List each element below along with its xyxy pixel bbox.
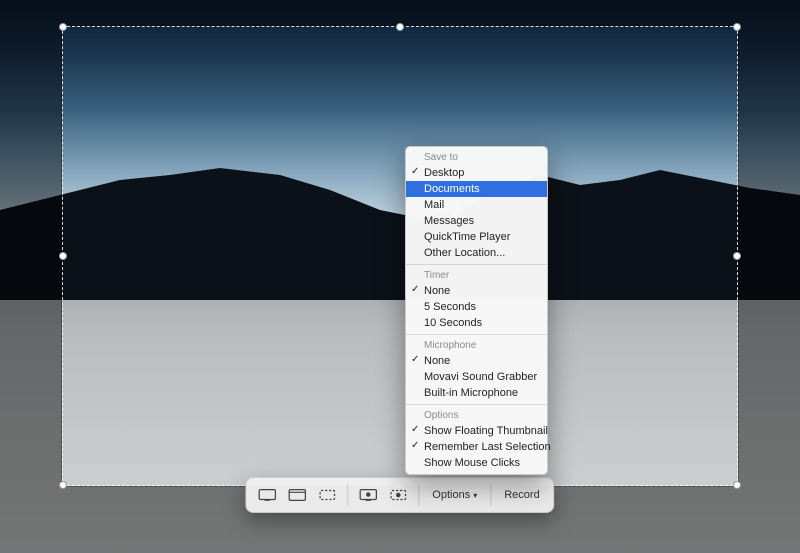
capture-selection[interactable] [62,26,738,486]
record-screen-icon [359,488,377,502]
menu-item[interactable]: ✓Remember Last Selection [406,439,547,455]
check-icon: ✓ [411,353,419,367]
record-selected-portion-button[interactable] [384,481,412,509]
menu-item-label: None [424,355,450,367]
dim-overlay-left [0,26,62,486]
menu-item-label: Show Floating Thumbnail [424,425,548,437]
menu-item-label: Mail [424,199,444,211]
menu-item[interactable]: Documents [406,181,547,197]
menu-section-header: Save to [406,150,547,165]
capture-selected-window-button[interactable] [283,481,311,509]
desktop-wallpaper: Options ▾ Record Save to✓DesktopDocument… [0,0,800,553]
menu-item-label: Desktop [424,167,464,179]
handle-e[interactable] [733,252,741,260]
menu-item[interactable]: ✓ None [406,353,547,369]
menu-item[interactable]: ✓ Show Floating Thumbnail [406,423,547,439]
record-portion-icon [389,488,407,502]
options-label: Options [432,489,470,501]
menu-item-label: 10 Seconds [424,317,482,329]
toolbar-separator [418,484,419,506]
check-icon: ✓ [411,423,419,437]
toolbar-separator [490,484,491,506]
menu-item[interactable]: Movavi Sound Grabber [406,369,547,385]
menu-item[interactable]: Messages [406,213,547,229]
handle-w[interactable] [59,252,67,260]
dim-overlay-right [738,26,800,486]
menu-item-label: Built-in Microphone [424,387,518,399]
menu-section-header: Microphone [406,338,547,353]
record-entire-screen-button[interactable] [354,481,382,509]
handle-n[interactable] [396,23,404,31]
toolbar-separator [347,484,348,506]
menu-item[interactable]: QuickTime Player [406,229,547,245]
selected-portion-icon [318,488,336,502]
menu-item[interactable]: ✓ Desktop [406,165,547,181]
menu-item[interactable]: ✓ None [406,283,547,299]
menu-separator [406,264,547,265]
menu-item-label: None [424,285,450,297]
chevron-down-icon: ▾ [473,491,477,500]
handle-sw[interactable] [59,481,67,489]
menu-item-label: Remember Last Selection [424,441,551,453]
check-icon: ✓ [411,165,419,179]
handle-nw[interactable] [59,23,67,31]
screenshot-toolbar: Options ▾ Record [245,477,554,513]
handle-se[interactable] [733,481,741,489]
menu-item[interactable]: Other Location... [406,245,547,261]
menu-item[interactable]: Show Mouse Clicks [406,455,547,471]
menu-section-header: Timer [406,268,547,283]
menu-separator [406,334,547,335]
menu-item-label: QuickTime Player [424,231,510,243]
menu-item-label: 5 Seconds [424,301,476,313]
selected-window-icon [288,488,306,502]
menu-item-label: Other Location... [424,247,505,259]
capture-entire-screen-button[interactable] [253,481,281,509]
menu-item[interactable]: Built-in Microphone [406,385,547,401]
handle-ne[interactable] [733,23,741,31]
entire-screen-icon [258,488,276,502]
menu-separator [406,404,547,405]
menu-item[interactable]: 10 Seconds [406,315,547,331]
options-menu: Save to✓DesktopDocumentsMailMessagesQuic… [405,146,548,475]
menu-item-label: Documents [424,183,480,195]
capture-selected-portion-button[interactable] [313,481,341,509]
menu-section-header: Options [406,408,547,423]
menu-item-label: Show Mouse Clicks [424,457,520,469]
menu-item-label: Messages [424,215,474,227]
menu-item[interactable]: Mail [406,197,547,213]
record-label: Record [504,489,539,501]
record-button[interactable]: Record [496,481,547,509]
check-icon: ✓ [411,439,419,453]
menu-item-label: Movavi Sound Grabber [424,371,537,383]
options-button[interactable]: Options ▾ [424,481,485,509]
check-icon: ✓ [411,283,419,297]
menu-item[interactable]: 5 Seconds [406,299,547,315]
